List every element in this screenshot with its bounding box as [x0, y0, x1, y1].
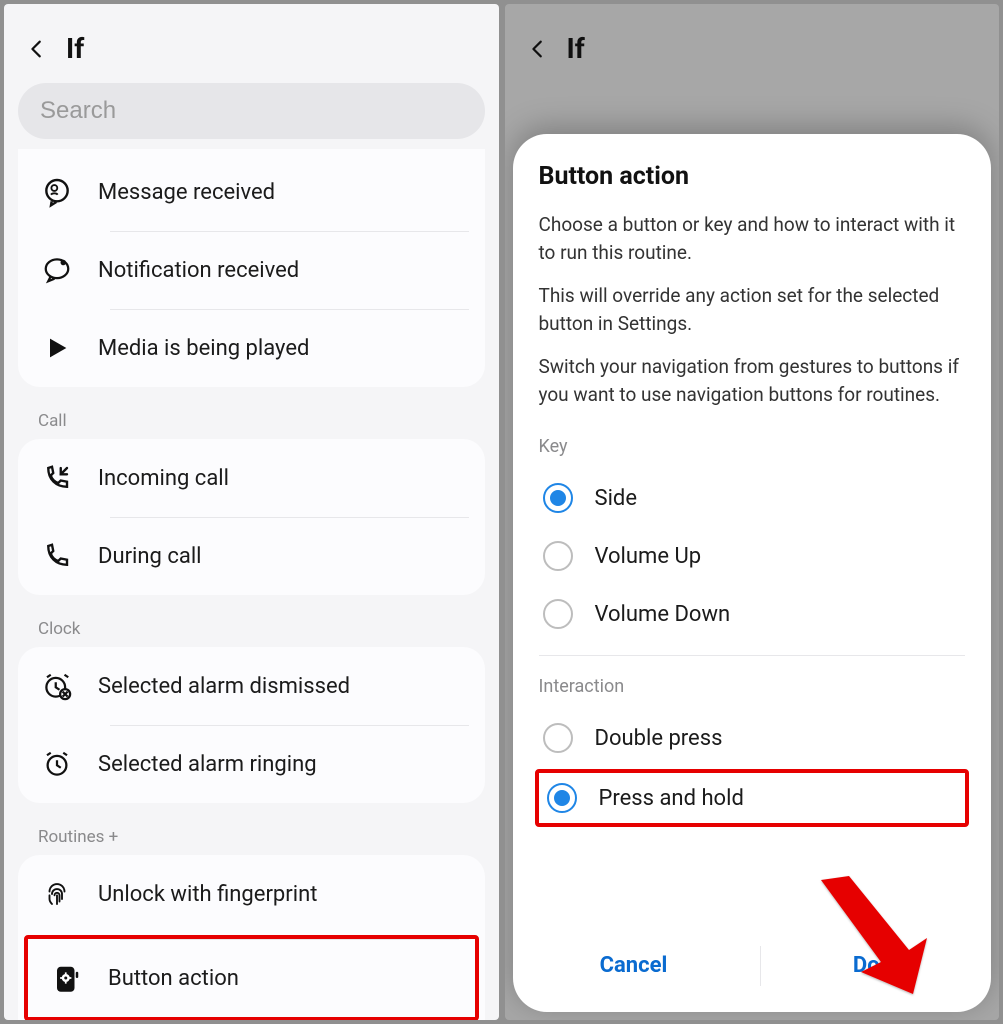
list-item-label: Unlock with fingerprint [98, 882, 317, 907]
card-clock: Selected alarm dismissed Selected alarm … [18, 647, 485, 803]
list-item-label: During call [98, 544, 202, 569]
section-call: Call [4, 401, 499, 439]
list-item-label: Notification received [98, 258, 299, 283]
incoming-call-icon [38, 459, 76, 497]
radio-icon [547, 783, 577, 813]
sheet-buttons: Cancel Done [539, 927, 966, 994]
list-item[interactable]: During call [18, 517, 485, 595]
search-wrap [4, 83, 499, 151]
divider [760, 946, 761, 986]
radio-label: Side [595, 486, 638, 511]
message-icon [38, 173, 76, 211]
during-call-icon [38, 537, 76, 575]
radio-interaction-press-and-hold[interactable]: Press and hold [535, 769, 970, 827]
radio-label: Double press [595, 726, 723, 751]
radio-label: Volume Down [595, 602, 731, 627]
list-item-label: Media is being played [98, 336, 309, 361]
radio-interaction-double-press[interactable]: Double press [539, 709, 966, 767]
page-title: If [567, 32, 585, 65]
list-item[interactable]: Notification received [18, 231, 485, 309]
alarm-ringing-icon [38, 745, 76, 783]
radio-icon [543, 599, 573, 629]
radio-icon [543, 483, 573, 513]
page-title: If [66, 32, 84, 65]
fingerprint-icon [38, 875, 76, 913]
header: If [4, 4, 499, 83]
list-item[interactable]: Media is being played [18, 309, 485, 387]
back-icon[interactable] [527, 38, 549, 60]
notification-icon [38, 251, 76, 289]
list-item[interactable]: Message received [18, 153, 485, 231]
radio-key-volume-up[interactable]: Volume Up [539, 527, 966, 585]
list-item-label: Selected alarm dismissed [98, 674, 350, 699]
radio-icon [543, 723, 573, 753]
list-item[interactable]: Selected alarm ringing [18, 725, 485, 803]
done-button[interactable]: Done [823, 937, 934, 994]
list-item-label: Selected alarm ringing [98, 752, 317, 777]
sheet-desc: Switch your navigation from gestures to … [539, 353, 966, 408]
section-routines: Routines + [4, 817, 499, 855]
card-top: Message received Notification received M… [18, 149, 485, 387]
sheet-title: Button action [539, 162, 966, 191]
card-call: Incoming call During call [18, 439, 485, 595]
section-clock: Clock [4, 609, 499, 647]
divider [539, 655, 966, 656]
radio-icon [543, 541, 573, 571]
key-section-label: Key [539, 436, 966, 457]
play-icon [38, 329, 76, 367]
interaction-section-label: Interaction [539, 676, 966, 697]
header: If [505, 4, 1000, 83]
list-item-label: Button action [108, 966, 239, 991]
back-icon[interactable] [26, 38, 48, 60]
radio-label: Press and hold [599, 786, 744, 811]
search-input[interactable] [18, 83, 485, 139]
radio-key-volume-down[interactable]: Volume Down [539, 585, 966, 643]
list-item-label: Incoming call [98, 466, 229, 491]
bottom-sheet: Button action Choose a button or key and… [513, 134, 992, 1012]
list-item-label: Message received [98, 180, 275, 205]
cancel-button[interactable]: Cancel [570, 937, 698, 994]
gear-button-icon [48, 959, 86, 997]
list-item-button-action[interactable]: Button action [24, 935, 479, 1020]
list-item[interactable]: Incoming call [18, 439, 485, 517]
alarm-dismissed-icon [38, 667, 76, 705]
sheet-desc: This will override any action set for th… [539, 282, 966, 337]
sheet-desc: Choose a button or key and how to intera… [539, 211, 966, 266]
card-routines: Unlock with fingerprint Button action [18, 855, 485, 1020]
radio-label: Volume Up [595, 544, 702, 569]
list-item[interactable]: Selected alarm dismissed [18, 647, 485, 725]
screen-left-if-list: If Message received Notification receive… [4, 4, 499, 1020]
screen-right-button-action-sheet: If Button action Choose a button or key … [505, 4, 1000, 1020]
list-item[interactable]: Unlock with fingerprint [18, 855, 485, 933]
radio-key-side[interactable]: Side [539, 469, 966, 527]
